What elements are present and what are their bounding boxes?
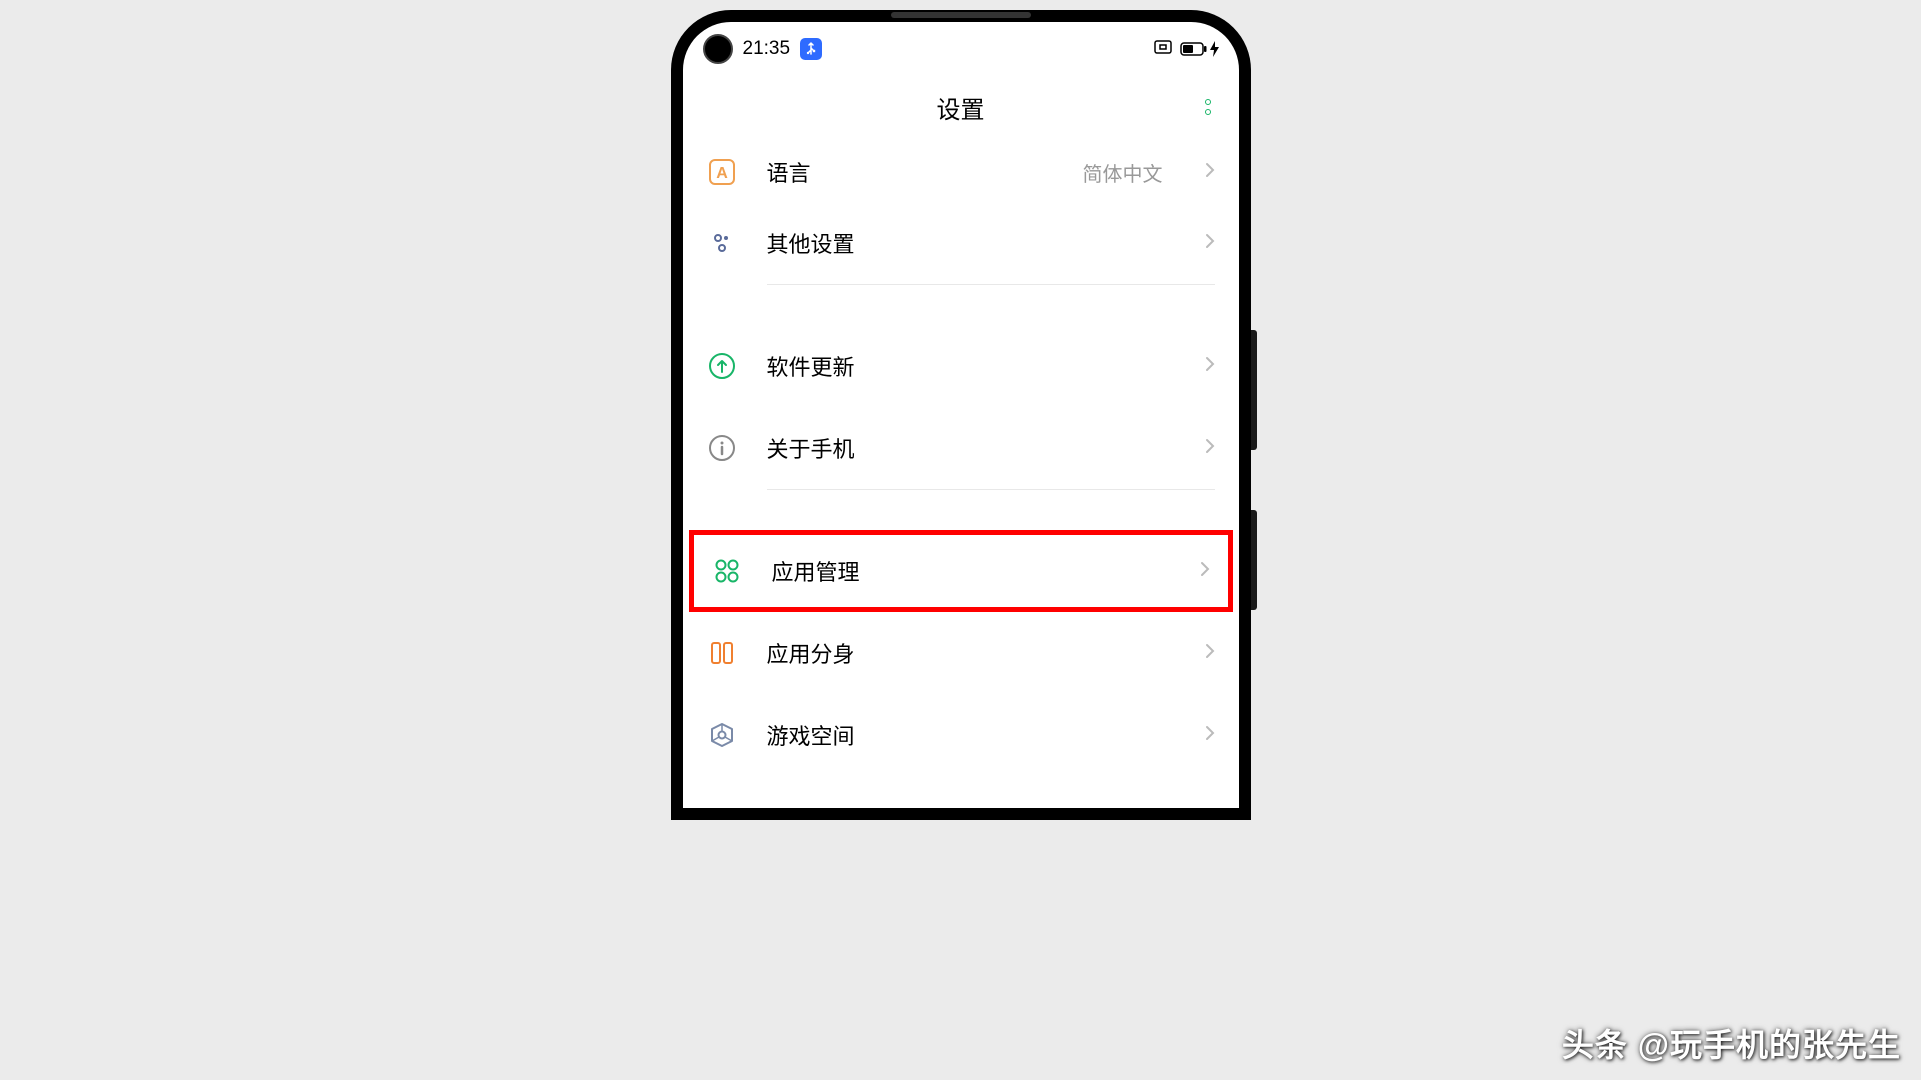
battery-icon: [1180, 41, 1219, 57]
settings-item-game-space[interactable]: 游戏空间: [707, 694, 1215, 776]
settings-item-software-update[interactable]: 软件更新: [707, 325, 1215, 407]
side-button: [1251, 330, 1257, 450]
item-label: 其他设置: [767, 227, 1175, 259]
status-bar: 21:35: [683, 22, 1239, 72]
app-clone-icon: [707, 638, 737, 668]
chevron-right-icon: [1205, 725, 1215, 746]
settings-item-about[interactable]: 关于手机: [707, 407, 1215, 489]
info-icon: [707, 433, 737, 463]
item-label: 语言: [767, 156, 1053, 188]
charging-icon: [1210, 41, 1219, 57]
page-header: 设置: [683, 72, 1239, 142]
watermark: 头条 @玩手机的张先生: [1562, 1020, 1901, 1066]
more-icon[interactable]: [1205, 99, 1211, 115]
camera-hole: [703, 34, 733, 64]
language-icon: A: [707, 157, 737, 187]
item-value: 简体中文: [1083, 158, 1163, 187]
phone-speaker: [891, 12, 1031, 18]
chevron-right-icon: [1205, 643, 1215, 664]
item-label: 游戏空间: [767, 719, 1175, 751]
game-space-icon: [707, 720, 737, 750]
phone-screen: 21:35 设置: [683, 22, 1239, 808]
item-label: 关于手机: [767, 432, 1175, 464]
settings-list: A 语言 简体中文 其他设置: [683, 142, 1239, 776]
settings-item-language[interactable]: A 语言 简体中文: [707, 142, 1215, 202]
phone-frame: 21:35 设置: [671, 10, 1251, 820]
side-button: [1251, 510, 1257, 610]
item-label: 应用管理: [772, 555, 1170, 587]
usb-icon: [800, 38, 822, 60]
settings-item-app-management[interactable]: 应用管理: [712, 535, 1210, 607]
chevron-right-icon: [1205, 356, 1215, 377]
apps-icon: [712, 556, 742, 586]
settings-item-app-clone[interactable]: 应用分身: [707, 612, 1215, 694]
settings-item-other[interactable]: 其他设置: [707, 202, 1215, 284]
screenshot-icon: [1154, 40, 1172, 59]
chevron-right-icon: [1200, 561, 1210, 582]
chevron-right-icon: [1205, 438, 1215, 459]
chevron-right-icon: [1205, 162, 1215, 183]
other-settings-icon: [707, 228, 737, 258]
svg-text:A: A: [716, 165, 728, 182]
item-label: 应用分身: [767, 637, 1175, 669]
status-time: 21:35: [743, 38, 791, 60]
update-icon: [707, 351, 737, 381]
chevron-right-icon: [1205, 233, 1215, 254]
highlight-box: 应用管理: [689, 530, 1233, 612]
page-title: 设置: [937, 90, 985, 125]
item-label: 软件更新: [767, 350, 1175, 382]
